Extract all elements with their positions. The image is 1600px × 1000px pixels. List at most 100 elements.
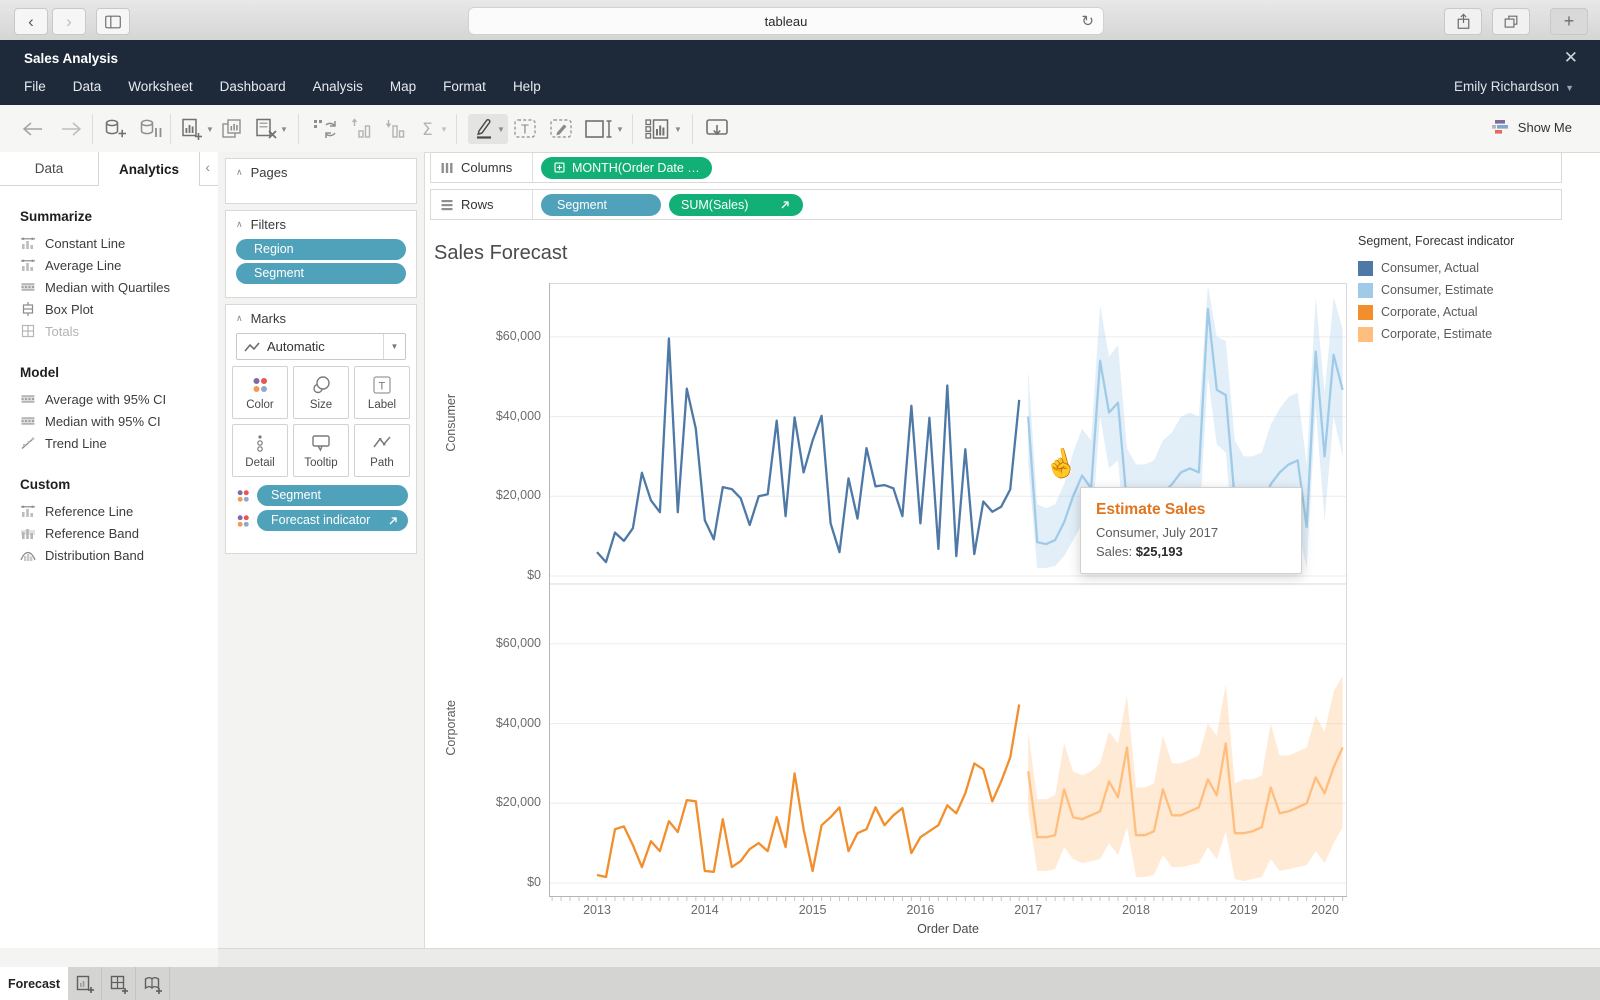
reload-icon[interactable]: ↻ — [1081, 12, 1094, 30]
show-hide-cards-button[interactable]: ▼ — [644, 114, 682, 144]
analytics-item-reference-line[interactable]: Reference Line — [20, 500, 218, 522]
show-mark-labels-button[interactable]: T — [512, 114, 538, 144]
menu-dashboard[interactable]: Dashboard — [220, 79, 286, 94]
pane-tabs: Data Analytics ‹ — [0, 152, 218, 186]
filter-pill-region[interactable]: Region — [236, 239, 406, 260]
x-tick-label: 2015 — [798, 903, 827, 917]
tab-analytics[interactable]: Analytics — [98, 152, 200, 186]
swatch-consumer-actual — [1358, 260, 1373, 276]
browser-back-button[interactable]: ‹ — [14, 8, 48, 35]
sheet-title[interactable]: Sales Forecast — [434, 242, 567, 265]
menu-map[interactable]: Map — [390, 79, 416, 94]
collapse-pane-icon[interactable]: ‹ — [205, 159, 210, 175]
size-button[interactable]: Size — [293, 366, 349, 419]
analytics-pane: Data Analytics ‹ Summarize Constant Line… — [0, 152, 219, 948]
tooltip-button[interactable]: Tooltip — [293, 424, 349, 477]
plus-icon: + — [1563, 11, 1575, 31]
cards-column: ∧ Pages ∧ Filters Region Segment ∧ Marks… — [218, 152, 425, 948]
marks-pill-segment[interactable]: Segment — [257, 485, 408, 506]
browser-new-tab-button[interactable]: + — [1550, 8, 1588, 35]
presentation-mode-button[interactable] — [704, 114, 730, 144]
color-legend-icon — [234, 487, 252, 505]
color-icon — [249, 374, 271, 396]
tooltip-icon — [312, 435, 330, 452]
legend-item-consumer-estimate[interactable]: Consumer, Estimate — [1358, 279, 1558, 301]
analytics-item-constant-line[interactable]: Constant Line — [20, 232, 218, 254]
svg-text:T: T — [521, 122, 529, 137]
menu-format[interactable]: Format — [443, 79, 486, 94]
status-bar-left — [0, 948, 218, 967]
analytics-item-distribution-band[interactable]: Distribution Band — [20, 544, 218, 566]
edit-annotation-button[interactable] — [548, 114, 574, 144]
pill-month-order-date[interactable]: MONTH(Order Date … — [541, 156, 712, 179]
browser-share-button[interactable] — [1444, 8, 1482, 35]
new-worksheet-tab-button[interactable] — [68, 967, 102, 1000]
swap-rows-columns-button[interactable] — [312, 114, 338, 144]
browser-tabs-button[interactable] — [1492, 8, 1530, 35]
new-story-tab-button[interactable] — [136, 967, 170, 1000]
connect-data-button[interactable] — [102, 114, 128, 144]
address-bar[interactable]: tableau ↻ — [468, 7, 1104, 35]
analytics-item-median-quartiles[interactable]: Median with Quartiles — [20, 276, 218, 298]
viz-tooltip: Estimate Sales Consumer, July 2017 Sales… — [1080, 487, 1302, 574]
path-button[interactable]: Path — [354, 424, 410, 477]
columns-shelf-label: Columns — [431, 153, 533, 182]
redo-button[interactable] — [58, 114, 84, 144]
color-legend-icon — [234, 512, 252, 530]
user-menu[interactable]: Emily Richardson ▼ — [1454, 79, 1574, 94]
tab-data[interactable]: Data — [0, 152, 98, 185]
analytics-item-trend-line[interactable]: Trend Line — [20, 432, 218, 454]
filter-pill-segment[interactable]: Segment — [236, 263, 406, 284]
average-line-icon — [20, 257, 36, 273]
columns-shelf[interactable]: Columns MONTH(Order Date … — [430, 152, 1562, 183]
menu-analysis[interactable]: Analysis — [313, 79, 363, 94]
duplicate-sheet-button[interactable] — [220, 114, 244, 144]
highlight-button[interactable]: ▼ — [468, 114, 508, 144]
rows-shelf[interactable]: Rows Segment SUM(Sales) — [430, 189, 1562, 220]
pill-sum-sales[interactable]: SUM(Sales) — [669, 193, 803, 216]
analytics-item-average-ci[interactable]: Average with 95% CI — [20, 388, 218, 410]
sheet-tab-forecast[interactable]: Forecast — [0, 967, 68, 1000]
collapse-icon[interactable]: ∧ — [236, 219, 243, 230]
show-me-button[interactable]: Show Me — [1490, 118, 1572, 136]
chart-plot-area[interactable] — [549, 283, 1347, 905]
collapse-icon[interactable]: ∧ — [236, 313, 243, 324]
pause-auto-updates-button[interactable] — [138, 114, 164, 144]
menu-worksheet[interactable]: Worksheet — [128, 79, 192, 94]
close-icon[interactable]: ✕ — [1564, 48, 1578, 68]
x-tick-label: 2017 — [1014, 903, 1043, 917]
sort-descending-button[interactable] — [384, 114, 408, 144]
menu-help[interactable]: Help — [513, 79, 541, 94]
label-button[interactable]: T Label — [354, 366, 410, 419]
collapse-icon[interactable]: ∧ — [236, 167, 243, 178]
line-mark-icon — [244, 341, 260, 353]
fit-selector-button[interactable]: ▼ — [584, 114, 624, 144]
analytics-item-average-line[interactable]: Average Line — [20, 254, 218, 276]
mark-type-dropdown[interactable]: Automatic ▼ — [236, 333, 406, 360]
color-button[interactable]: Color — [232, 366, 288, 419]
status-bar — [0, 948, 1600, 968]
legend-item-corporate-estimate[interactable]: Corporate, Estimate — [1358, 323, 1558, 345]
analytics-item-reference-band[interactable]: Reference Band — [20, 522, 218, 544]
clear-sheet-button[interactable]: ▼ — [254, 114, 288, 144]
analytics-item-box-plot[interactable]: Box Plot — [20, 298, 218, 320]
undo-button[interactable] — [20, 114, 46, 144]
pill-segment[interactable]: Segment — [541, 193, 661, 216]
chevron-down-icon: ▼ — [280, 124, 288, 134]
legend-title: Segment, Forecast indicator — [1358, 234, 1515, 248]
browser-forward-button[interactable]: › — [52, 8, 86, 35]
rows-shelf-label: Rows — [431, 190, 533, 219]
browser-sidebar-button[interactable] — [96, 8, 130, 35]
totals-sigma-button[interactable]: Σ ▼ — [418, 114, 448, 144]
menu-file[interactable]: File — [24, 79, 46, 94]
sort-ascending-button[interactable] — [350, 114, 374, 144]
new-dashboard-tab-button[interactable] — [102, 967, 136, 1000]
analytics-item-median-ci[interactable]: Median with 95% CI — [20, 410, 218, 432]
new-worksheet-button[interactable]: ▼ — [180, 114, 214, 144]
legend-item-consumer-actual[interactable]: Consumer, Actual — [1358, 257, 1558, 279]
legend-item-corporate-actual[interactable]: Corporate, Actual — [1358, 301, 1558, 323]
menu-data[interactable]: Data — [73, 79, 102, 94]
menu-bar: File Data Worksheet Dashboard Analysis M… — [24, 79, 541, 94]
detail-button[interactable]: Detail — [232, 424, 288, 477]
marks-pill-forecast-indicator[interactable]: Forecast indicator — [257, 510, 408, 531]
